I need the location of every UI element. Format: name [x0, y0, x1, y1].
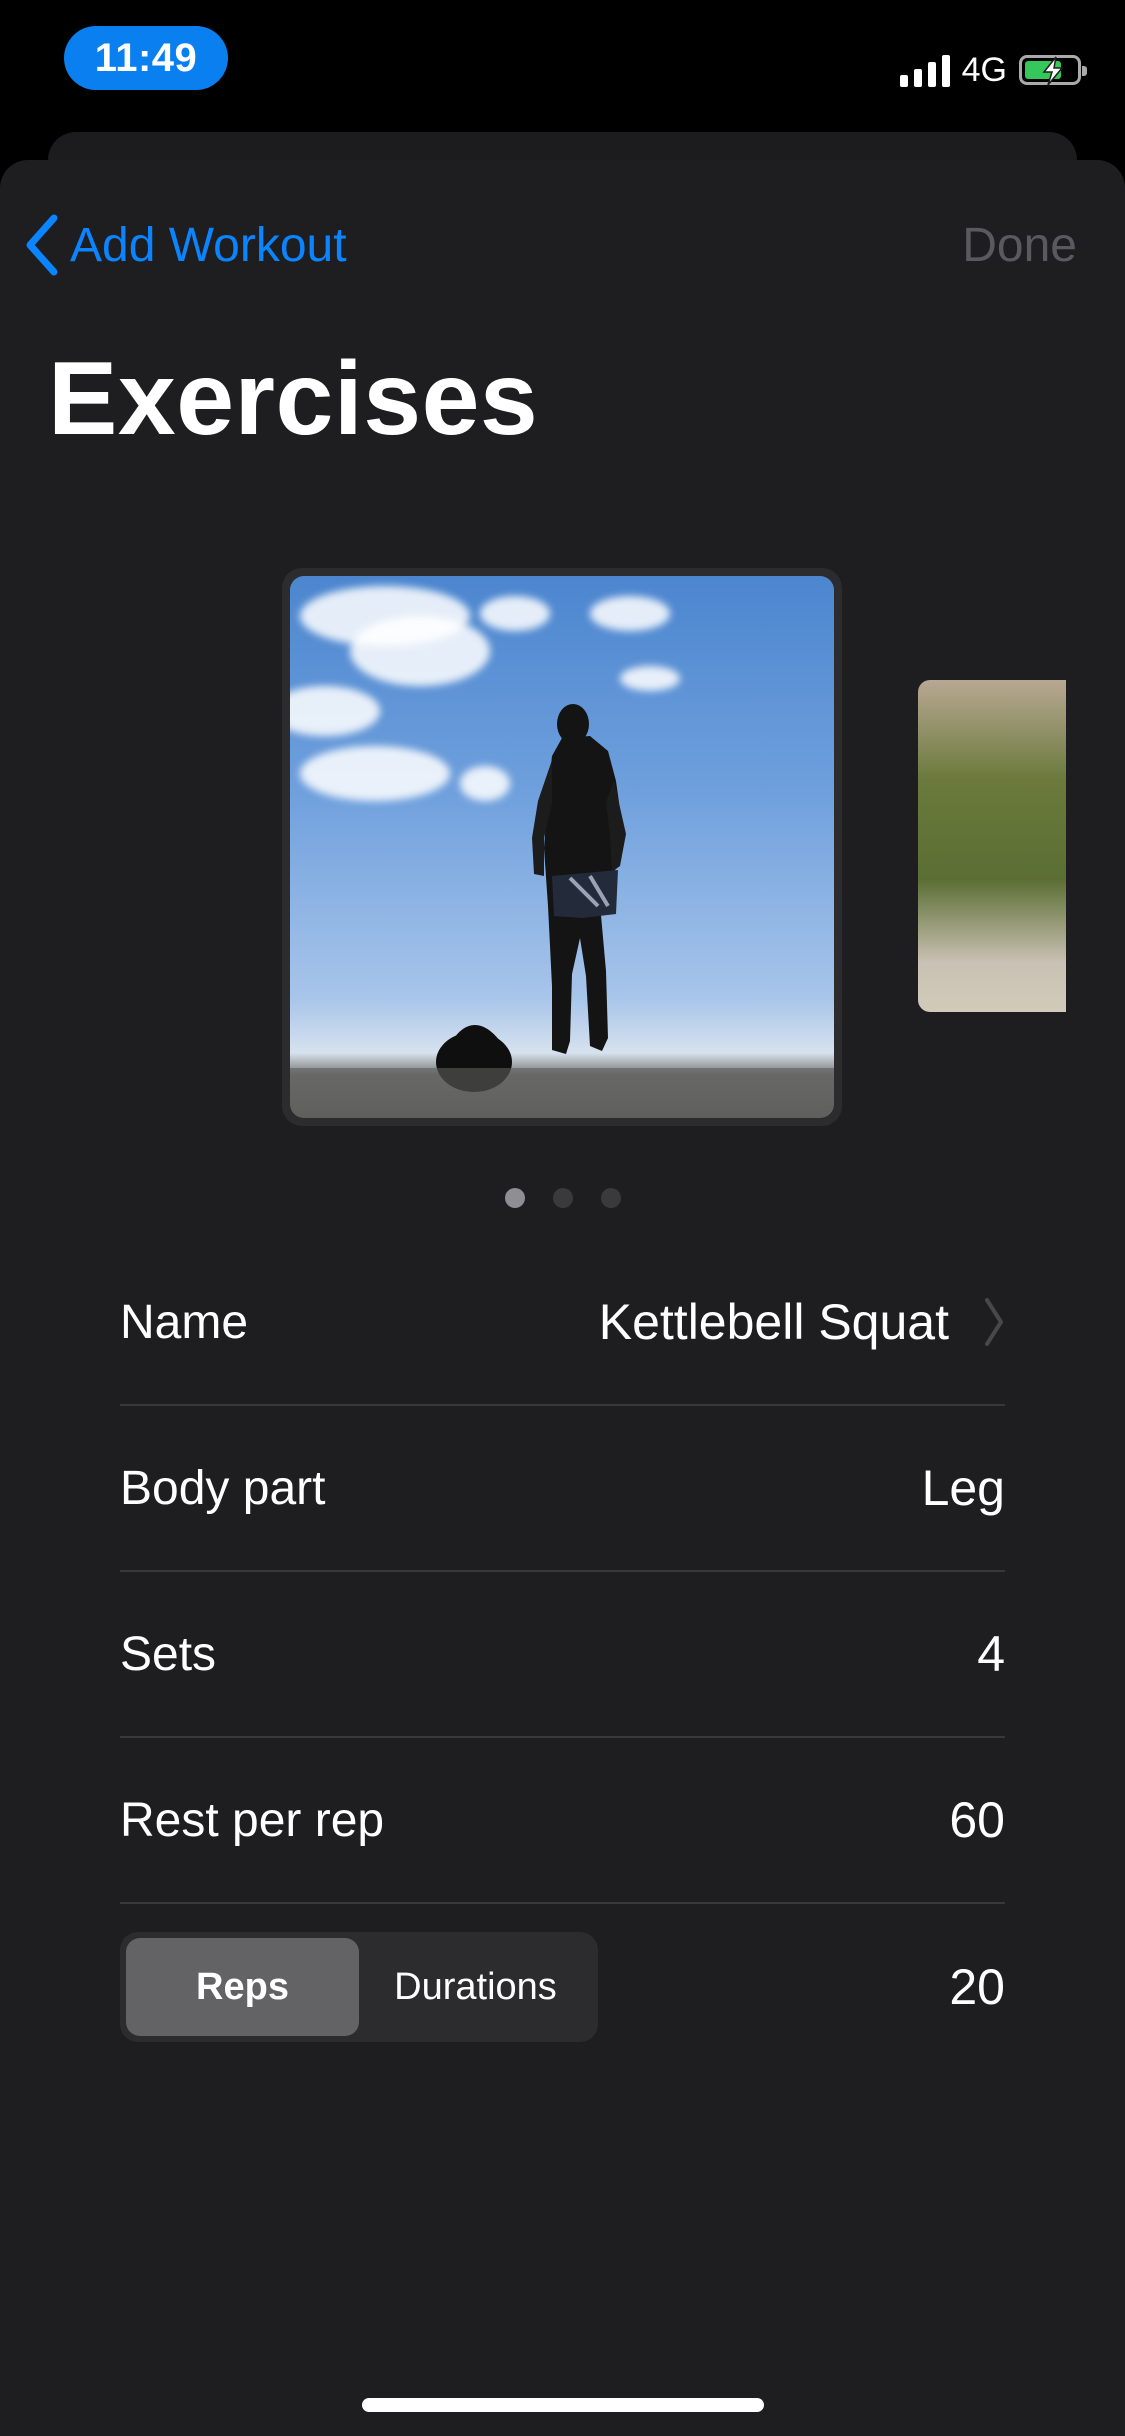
name-label: Name [120, 1295, 249, 1349]
rest-label: Rest per rep [120, 1793, 385, 1847]
home-indicator[interactable] [362, 2398, 764, 2412]
mode-value[interactable]: 20 [949, 1958, 1005, 2016]
body-part-row[interactable]: Body part Leg [120, 1406, 1005, 1572]
back-button-label: Add Workout [70, 218, 347, 272]
page-title: Exercises [48, 341, 539, 457]
name-value-text: Kettlebell Squat [598, 1294, 949, 1350]
screen: 11:49 4G Add Workout Done Exercises Name… [0, 0, 1125, 2436]
body-part-value: Leg [921, 1460, 1005, 1516]
page-indicator[interactable] [0, 1188, 1125, 1208]
page-dot[interactable] [504, 1188, 525, 1208]
page-dot[interactable] [552, 1188, 573, 1208]
mode-row: Reps Durations 20 [120, 1904, 1005, 2070]
status-time: 11:49 [64, 26, 228, 90]
body-part-label: Body part [120, 1461, 326, 1515]
next-exercise-image[interactable] [918, 680, 1066, 1012]
exercise-photo [290, 576, 834, 1118]
rest-value: 60 [949, 1792, 1005, 1848]
sets-label: Sets [120, 1627, 217, 1681]
chevron-left-icon [26, 214, 58, 276]
signal-icon [899, 53, 950, 87]
page-dot[interactable] [600, 1188, 621, 1208]
done-button[interactable]: Done [962, 210, 1077, 280]
rest-row[interactable]: Rest per rep 60 [120, 1738, 1005, 1904]
segment-reps[interactable]: Reps [126, 1938, 359, 2036]
back-button[interactable]: Add Workout [24, 210, 347, 280]
person-silhouette [290, 704, 834, 1118]
exercise-image-card[interactable] [282, 568, 842, 1126]
status-icons: 4G [899, 48, 1087, 92]
sets-row[interactable]: Sets 4 [120, 1572, 1005, 1738]
segment-durations[interactable]: Durations [359, 1938, 592, 2036]
chevron-right-icon [985, 1298, 1003, 1346]
name-value: Kettlebell Squat [599, 1293, 1005, 1351]
reps-durations-segmented-control[interactable]: Reps Durations [120, 1932, 598, 2042]
battery-charging-icon [1019, 55, 1087, 86]
network-type: 4G [961, 50, 1007, 89]
sets-value: 4 [977, 1626, 1005, 1682]
name-row[interactable]: Name Kettlebell Squat [120, 1240, 1005, 1406]
